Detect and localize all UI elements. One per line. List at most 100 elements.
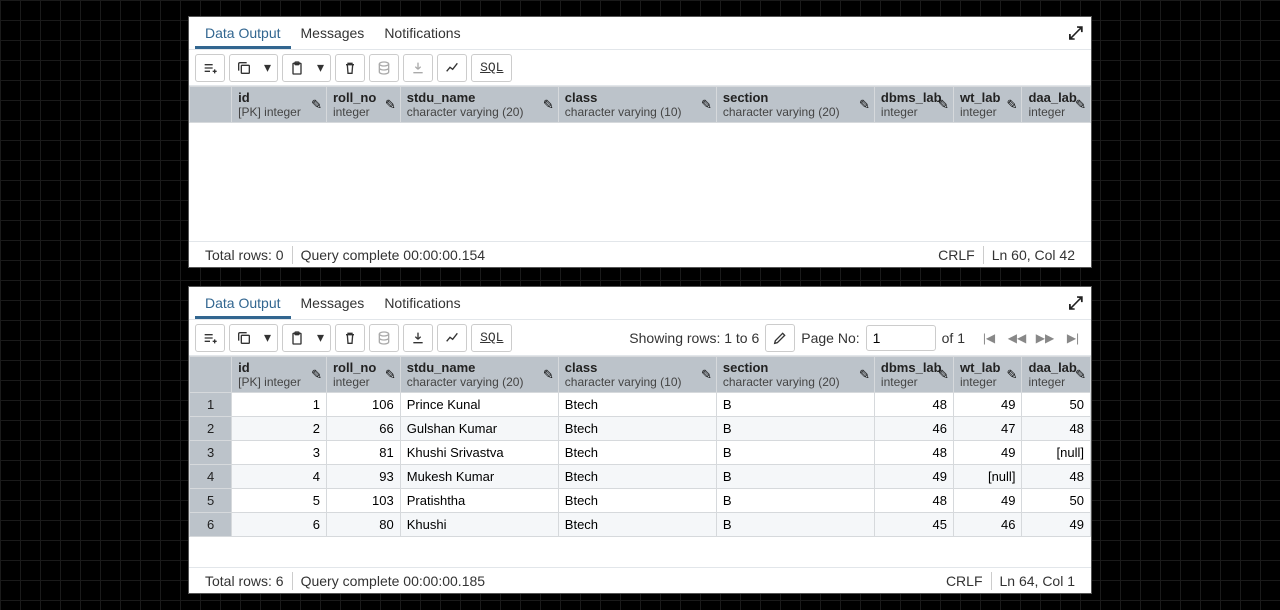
cell-stdu_name[interactable]: Khushi Srivastva — [400, 441, 558, 465]
delete-button[interactable] — [335, 324, 365, 352]
pencil-icon[interactable]: ✎ — [311, 97, 322, 113]
cell-dbms_lab[interactable]: 48 — [874, 441, 953, 465]
cell-daa_lab[interactable]: 49 — [1022, 513, 1091, 537]
download-button[interactable] — [403, 54, 433, 82]
save-data-button[interactable] — [369, 324, 399, 352]
pencil-icon[interactable]: ✎ — [1007, 367, 1018, 383]
tab-data-output[interactable]: Data Output — [195, 17, 291, 49]
cell-section[interactable]: B — [716, 465, 874, 489]
cell-wt_lab[interactable]: 49 — [953, 489, 1021, 513]
col-header-dbms_lab[interactable]: dbms_labinteger✎ — [874, 87, 953, 123]
table-row[interactable]: 6680KhushiBtechB454649 — [190, 513, 1091, 537]
cell-id[interactable]: 6 — [232, 513, 327, 537]
cell-wt_lab[interactable]: 46 — [953, 513, 1021, 537]
sql-button[interactable]: SQL — [471, 324, 512, 352]
row-number[interactable]: 6 — [190, 513, 232, 537]
cell-roll_no[interactable]: 81 — [326, 441, 400, 465]
delete-button[interactable] — [335, 54, 365, 82]
pencil-icon[interactable]: ✎ — [938, 367, 949, 383]
copy-button[interactable] — [229, 324, 259, 352]
add-row-button[interactable] — [195, 54, 225, 82]
col-header-wt_lab[interactable]: wt_labinteger✎ — [953, 357, 1021, 393]
cell-class[interactable]: Btech — [558, 465, 716, 489]
col-header-section[interactable]: sectioncharacter varying (20)✎ — [716, 87, 874, 123]
col-header-roll_no[interactable]: roll_nointeger✎ — [326, 87, 400, 123]
col-header-stdu_name[interactable]: stdu_namecharacter varying (20)✎ — [400, 357, 558, 393]
prev-page-button[interactable]: ◀◀ — [1005, 325, 1029, 351]
cell-id[interactable]: 3 — [232, 441, 327, 465]
cell-wt_lab[interactable]: 49 — [953, 393, 1021, 417]
cell-stdu_name[interactable]: Pratishtha — [400, 489, 558, 513]
col-header-section[interactable]: sectioncharacter varying (20)✎ — [716, 357, 874, 393]
first-page-button[interactable]: |◀ — [977, 325, 1001, 351]
row-number[interactable]: 5 — [190, 489, 232, 513]
cell-dbms_lab[interactable]: 48 — [874, 393, 953, 417]
cell-roll_no[interactable]: 106 — [326, 393, 400, 417]
cell-roll_no[interactable]: 93 — [326, 465, 400, 489]
col-header-class[interactable]: classcharacter varying (10)✎ — [558, 357, 716, 393]
cell-roll_no[interactable]: 66 — [326, 417, 400, 441]
page-no-input[interactable] — [866, 325, 936, 351]
cell-id[interactable]: 4 — [232, 465, 327, 489]
tab-notifications[interactable]: Notifications — [374, 287, 470, 319]
paste-dropdown[interactable]: ▾ — [311, 324, 331, 352]
pencil-icon[interactable]: ✎ — [385, 97, 396, 113]
copy-dropdown[interactable]: ▾ — [258, 54, 278, 82]
copy-button[interactable] — [229, 54, 259, 82]
cell-class[interactable]: Btech — [558, 513, 716, 537]
cell-section[interactable]: B — [716, 489, 874, 513]
cell-dbms_lab[interactable]: 48 — [874, 489, 953, 513]
pencil-icon[interactable]: ✎ — [859, 367, 870, 383]
copy-dropdown[interactable]: ▾ — [258, 324, 278, 352]
expand-icon[interactable]: ⤢ — [1069, 23, 1083, 44]
cell-roll_no[interactable]: 103 — [326, 489, 400, 513]
next-page-button[interactable]: ▶▶ — [1033, 325, 1057, 351]
last-page-button[interactable]: ▶| — [1061, 325, 1085, 351]
save-data-button[interactable] — [369, 54, 399, 82]
cell-stdu_name[interactable]: Mukesh Kumar — [400, 465, 558, 489]
col-header-stdu_name[interactable]: stdu_namecharacter varying (20)✎ — [400, 87, 558, 123]
col-header-roll_no[interactable]: roll_nointeger✎ — [326, 357, 400, 393]
pencil-icon[interactable]: ✎ — [1007, 97, 1018, 113]
table-row[interactable]: 3381Khushi SrivastvaBtechB4849[null] — [190, 441, 1091, 465]
cell-roll_no[interactable]: 80 — [326, 513, 400, 537]
cell-wt_lab[interactable]: 47 — [953, 417, 1021, 441]
cell-stdu_name[interactable]: Khushi — [400, 513, 558, 537]
paste-button[interactable] — [282, 54, 312, 82]
cell-id[interactable]: 2 — [232, 417, 327, 441]
cell-id[interactable]: 1 — [232, 393, 327, 417]
row-number[interactable]: 4 — [190, 465, 232, 489]
cell-class[interactable]: Btech — [558, 489, 716, 513]
pencil-icon[interactable]: ✎ — [938, 97, 949, 113]
col-header-daa_lab[interactable]: daa_labinteger✎ — [1022, 357, 1091, 393]
paste-button[interactable] — [282, 324, 312, 352]
tab-messages[interactable]: Messages — [291, 17, 375, 49]
pencil-icon[interactable]: ✎ — [1075, 367, 1086, 383]
col-header-class[interactable]: classcharacter varying (10)✎ — [558, 87, 716, 123]
table-row[interactable]: 55103PratishthaBtechB484950 — [190, 489, 1091, 513]
paste-dropdown[interactable]: ▾ — [311, 54, 331, 82]
cell-daa_lab[interactable]: 50 — [1022, 489, 1091, 513]
cell-daa_lab[interactable]: 48 — [1022, 417, 1091, 441]
cell-dbms_lab[interactable]: 49 — [874, 465, 953, 489]
pencil-icon[interactable]: ✎ — [859, 97, 870, 113]
cell-section[interactable]: B — [716, 393, 874, 417]
cell-wt_lab[interactable]: [null] — [953, 465, 1021, 489]
tab-notifications[interactable]: Notifications — [374, 17, 470, 49]
download-button[interactable] — [403, 324, 433, 352]
pencil-icon[interactable]: ✎ — [385, 367, 396, 383]
cell-id[interactable]: 5 — [232, 489, 327, 513]
cell-daa_lab[interactable]: 50 — [1022, 393, 1091, 417]
cell-dbms_lab[interactable]: 46 — [874, 417, 953, 441]
pencil-icon[interactable]: ✎ — [543, 97, 554, 113]
col-header-id[interactable]: id[PK] integer✎ — [232, 87, 327, 123]
pencil-icon[interactable]: ✎ — [701, 97, 712, 113]
cell-section[interactable]: B — [716, 417, 874, 441]
col-header-id[interactable]: id[PK] integer✎ — [232, 357, 327, 393]
graph-button[interactable] — [437, 54, 467, 82]
col-header-wt_lab[interactable]: wt_labinteger✎ — [953, 87, 1021, 123]
row-number[interactable]: 3 — [190, 441, 232, 465]
cell-section[interactable]: B — [716, 441, 874, 465]
graph-button[interactable] — [437, 324, 467, 352]
cell-class[interactable]: Btech — [558, 393, 716, 417]
